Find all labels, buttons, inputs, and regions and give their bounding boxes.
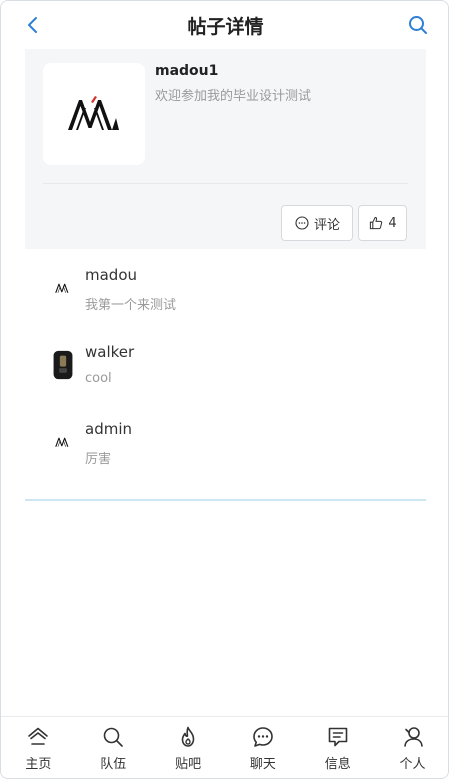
comment-author[interactable]: madou [85, 266, 137, 284]
search-button[interactable] [406, 13, 430, 37]
search-icon [103, 727, 124, 747]
aa-logo-avatar-icon [55, 283, 69, 293]
top-bar: 帖子详情 [1, 1, 448, 49]
comment-author[interactable]: admin [85, 420, 132, 438]
comment-item: walker cool [45, 343, 405, 403]
walker-avatar-icon [53, 350, 73, 380]
comment-text: cool [85, 371, 112, 386]
nav-label: 贴吧 [175, 757, 202, 772]
app-frame: 帖子详情 madou1 欢迎参加我的毕业设计测试 评论 4 madou 我第一个… [0, 0, 449, 779]
post-logo [43, 63, 145, 165]
nav-item-team[interactable]: 队伍 [76, 717, 151, 778]
person-icon [403, 727, 423, 747]
thumbs-up-icon [370, 216, 383, 230]
nav-label: 聊天 [249, 757, 276, 772]
aa-logo-avatar-icon [55, 437, 69, 447]
post-content: 欢迎参加我的毕业设计测试 [155, 89, 312, 104]
nav-label: 主页 [25, 757, 52, 772]
comment-author[interactable]: walker [85, 343, 134, 361]
nav-item-forum[interactable]: 贴吧 [151, 717, 226, 778]
nav-label: 个人 [399, 757, 426, 772]
nav-item-chat[interactable]: 聊天 [225, 717, 300, 778]
page-title: 帖子详情 [187, 16, 264, 38]
avatar[interactable] [49, 424, 77, 460]
comment-item: admin 厉害 [45, 420, 405, 480]
nav-item-messages[interactable]: 信息 [300, 717, 375, 778]
nav-item-profile[interactable]: 个人 [375, 717, 448, 778]
comment-button-label: 评论 [313, 217, 340, 233]
post-card: madou1 欢迎参加我的毕业设计测试 评论 4 [25, 49, 426, 249]
list-divider [25, 499, 426, 501]
comment-text: 厉害 [85, 452, 112, 467]
nav-label: 队伍 [100, 757, 127, 772]
nav-item-home[interactable]: 主页 [1, 717, 76, 778]
like-count: 4 [388, 215, 397, 231]
back-button[interactable] [21, 13, 45, 37]
flame-icon [181, 726, 195, 747]
bottom-nav: 主页 队伍 贴吧 聊天 信息 个人 [1, 716, 448, 778]
divider [43, 183, 408, 184]
post-author[interactable]: madou1 [155, 63, 218, 79]
comment-text: 我第一个来测试 [85, 298, 177, 313]
aa-logo-icon [68, 96, 119, 130]
chevron-left-icon [28, 17, 37, 33]
home-icon [28, 727, 49, 745]
comment-item: madou 我第一个来测试 [45, 266, 405, 326]
comment-button[interactable]: 评论 [281, 205, 353, 241]
search-icon [409, 16, 427, 34]
chat-bubble-icon [295, 216, 309, 230]
nav-label: 信息 [324, 757, 351, 772]
avatar[interactable] [49, 347, 77, 383]
like-button[interactable]: 4 [358, 205, 407, 241]
message-icon [328, 727, 348, 747]
chat-icon [253, 727, 273, 747]
avatar[interactable] [49, 270, 77, 306]
